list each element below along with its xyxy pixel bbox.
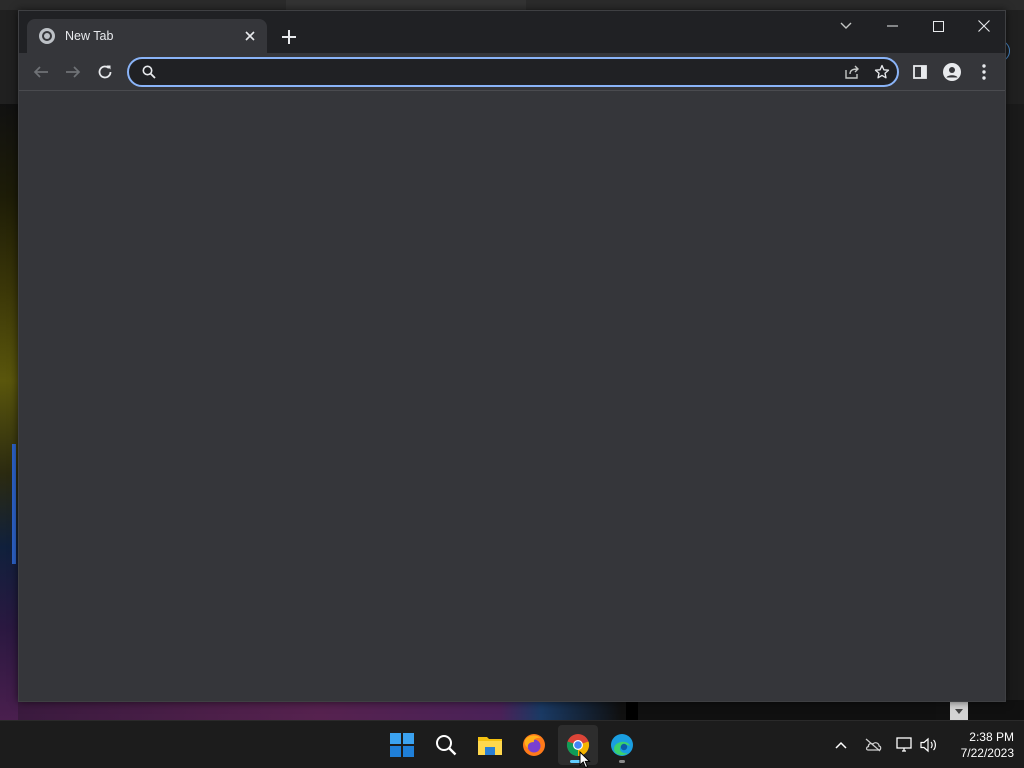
page-content	[19, 91, 1005, 701]
network-button[interactable]	[893, 733, 917, 757]
toolbar	[19, 53, 1005, 91]
mouse-cursor-icon	[579, 751, 591, 768]
firefox-button[interactable]	[514, 725, 554, 765]
wallpaper	[0, 104, 18, 720]
side-panel-icon	[913, 65, 927, 79]
network-icon	[896, 737, 912, 752]
clock[interactable]: 2:38 PM 7/22/2023	[944, 729, 1014, 761]
background-window-tab	[286, 0, 526, 10]
chevron-up-icon	[835, 741, 847, 749]
wallpaper-strip	[18, 700, 1024, 720]
forward-button[interactable]	[59, 58, 87, 86]
taskbar-search-button[interactable]	[426, 725, 466, 765]
star-icon[interactable]	[867, 59, 897, 85]
back-button[interactable]	[27, 58, 55, 86]
clock-date: 7/22/2023	[960, 746, 1014, 760]
chrome-button[interactable]	[558, 725, 598, 765]
tab-new-tab[interactable]: New Tab	[27, 19, 267, 53]
chevron-down-icon	[840, 22, 852, 29]
maximize-button[interactable]	[915, 11, 961, 41]
wallpaper-accent	[12, 444, 16, 564]
firefox-icon	[523, 734, 545, 756]
onedrive-button[interactable]	[861, 733, 885, 757]
chrome-menu-button[interactable]	[970, 58, 998, 86]
search-icon	[436, 735, 457, 756]
close-icon	[978, 20, 990, 32]
edge-icon	[611, 734, 633, 756]
volume-button[interactable]	[917, 733, 941, 757]
arrow-left-icon	[33, 66, 48, 78]
close-icon[interactable]	[241, 27, 259, 45]
volume-icon	[920, 737, 936, 753]
address-input[interactable]	[163, 59, 837, 85]
plus-icon	[282, 30, 296, 44]
reload-icon	[98, 65, 112, 79]
new-tab-button[interactable]	[277, 25, 301, 49]
start-button[interactable]	[382, 725, 422, 765]
show-hidden-icons-button[interactable]	[829, 733, 853, 757]
close-window-button[interactable]	[961, 11, 1007, 41]
share-icon[interactable]	[837, 59, 867, 85]
onedrive-offline-icon	[865, 738, 882, 752]
edge-button[interactable]	[602, 725, 642, 765]
chrome-logo-icon	[39, 28, 55, 44]
side-panel-button[interactable]	[906, 58, 934, 86]
search-icon	[135, 65, 163, 79]
chrome-window: New Tab	[18, 10, 1006, 702]
file-explorer-button[interactable]	[470, 725, 510, 765]
background-window-edge	[626, 702, 638, 720]
address-bar[interactable]	[127, 57, 899, 87]
tab-title: New Tab	[65, 29, 114, 43]
maximize-icon	[932, 20, 944, 32]
taskbar: 2:38 PM 7/22/2023	[0, 720, 1024, 768]
person-icon	[943, 63, 961, 81]
minimize-button[interactable]	[869, 11, 915, 41]
reload-button[interactable]	[91, 58, 119, 86]
minimize-icon	[886, 25, 898, 27]
profile-button[interactable]	[938, 58, 966, 86]
clock-time: 2:38 PM	[969, 730, 1014, 744]
tab-search-button[interactable]	[823, 11, 869, 41]
arrow-right-icon	[66, 66, 81, 78]
kebab-menu-icon	[982, 64, 986, 80]
start-windows-icon	[390, 733, 414, 757]
file-explorer-icon	[478, 737, 502, 755]
title-bar: New Tab	[19, 11, 1005, 53]
running-app-indicator	[619, 760, 625, 763]
scroll-down-arrow-icon[interactable]	[950, 702, 968, 720]
